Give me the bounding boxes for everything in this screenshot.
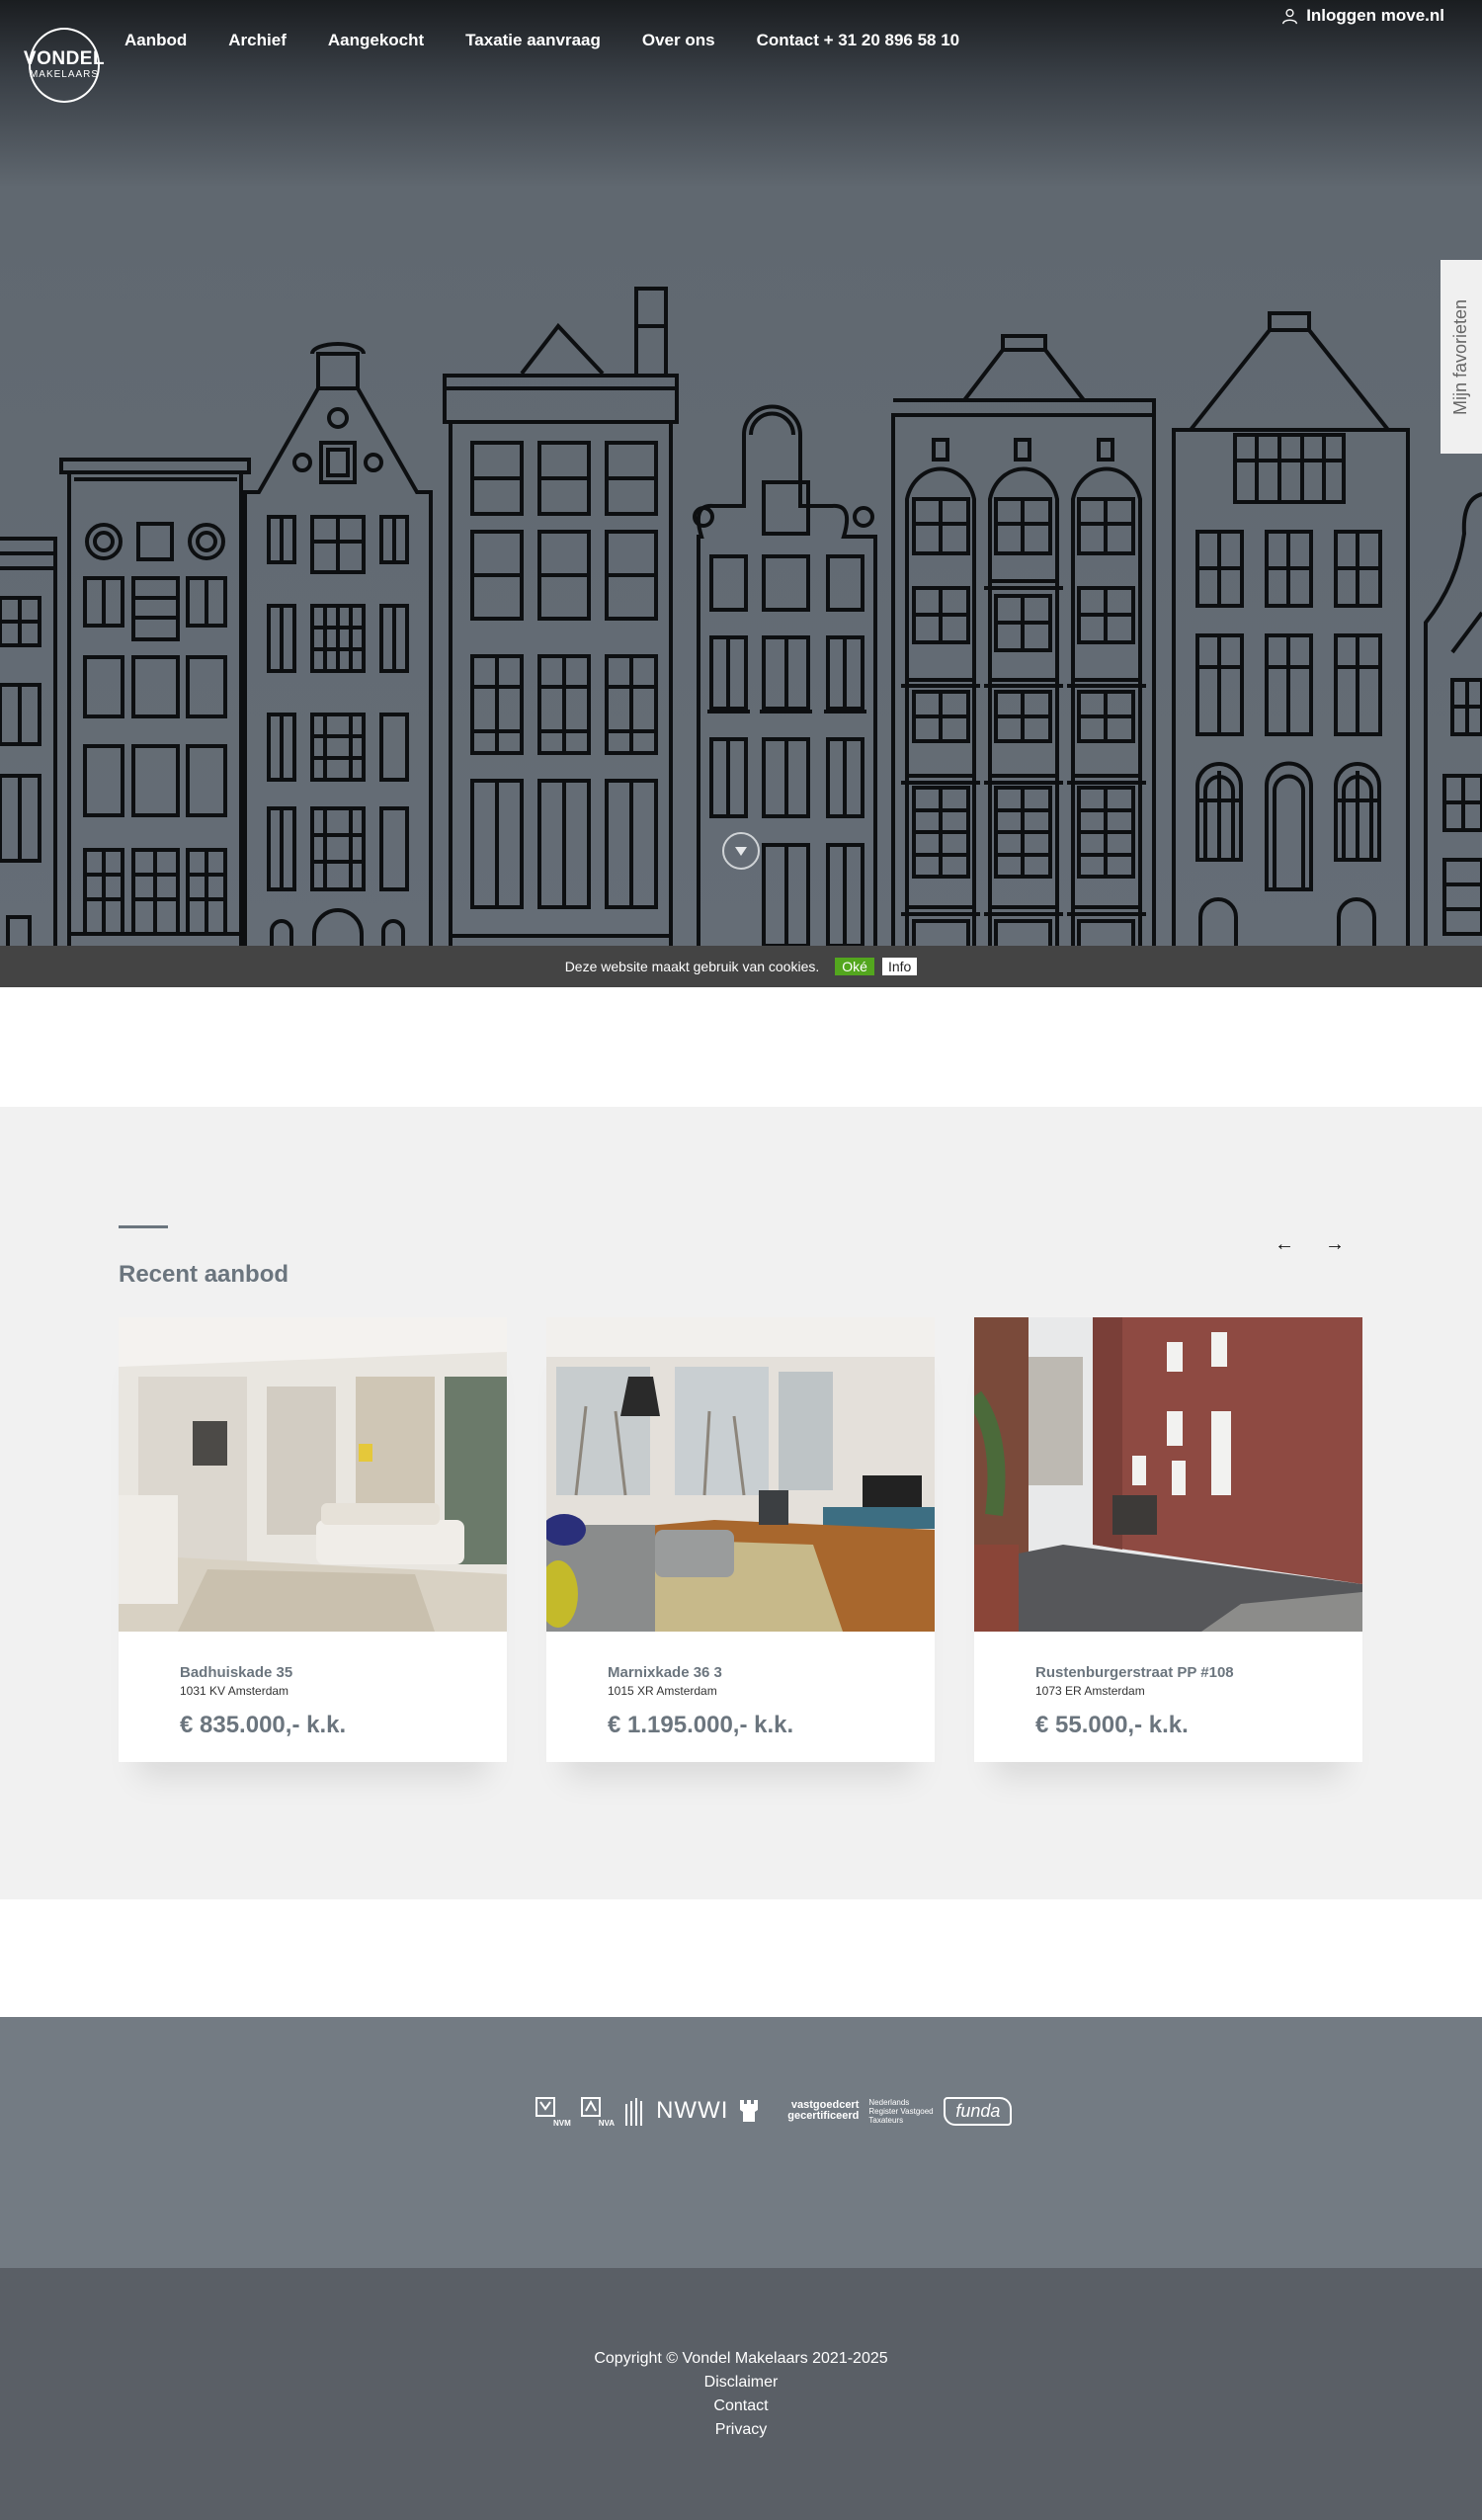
listing-city: 1031 KV Amsterdam bbox=[180, 1684, 289, 1698]
logo-line1: VONDEL bbox=[23, 48, 106, 69]
listing-street: Rustenburgerstraat PP #108 bbox=[1035, 1664, 1234, 1681]
hero: VONDEL MAKELAARS Aanbod Archief Aangekoc… bbox=[0, 0, 1482, 946]
bars-logo bbox=[625, 2098, 643, 2126]
nvm-logo[interactable] bbox=[535, 2097, 555, 2125]
listing-cards: Badhuiskade 35 1031 KV Amsterdam € 835.0… bbox=[119, 1317, 1362, 1762]
logo-line2: MAKELAARS bbox=[29, 69, 100, 80]
user-icon bbox=[1282, 8, 1298, 24]
favorites-tab[interactable]: Mijn favorieten bbox=[1441, 260, 1482, 454]
nva-text: NVA bbox=[598, 2118, 616, 2128]
register-logo[interactable]: Nederlands Register Vastgoed Taxateurs bbox=[868, 2098, 934, 2125]
listing-price: € 55.000,- k.k. bbox=[1035, 1712, 1189, 1738]
favorites-tab-label: Mijn favorieten bbox=[1450, 298, 1471, 415]
login-label: Inloggen move.nl bbox=[1306, 6, 1444, 25]
nva-logo[interactable] bbox=[580, 2097, 601, 2125]
nvm-text: NVM bbox=[553, 2118, 571, 2128]
cookie-bar: Deze website maakt gebruik van cookies. … bbox=[0, 946, 1482, 987]
listing-city: 1015 XR Amsterdam bbox=[608, 1684, 717, 1698]
listing-city: 1073 ER Amsterdam bbox=[1035, 1684, 1145, 1698]
listing-card[interactable]: Badhuiskade 35 1031 KV Amsterdam € 835.0… bbox=[119, 1317, 507, 1762]
listing-photo bbox=[119, 1317, 507, 1632]
vondel-logo[interactable]: VONDEL MAKELAARS bbox=[24, 28, 105, 103]
listing-price: € 1.195.000,- k.k. bbox=[608, 1712, 794, 1738]
funda-logo[interactable]: funda bbox=[944, 2096, 1013, 2126]
triangle-down-icon bbox=[735, 846, 747, 856]
castle-icon bbox=[740, 2100, 759, 2122]
section-title: Recent aanbod bbox=[119, 1261, 289, 1288]
listing-photo bbox=[966, 1317, 1362, 1632]
vastgoedcert-logo[interactable]: vastgoedcert gecertificeerd bbox=[770, 2100, 859, 2122]
footer-copyright: Copyright © Vondel Makelaars 2021-2025 bbox=[594, 2350, 888, 2367]
listing-price: € 835.000,- k.k. bbox=[180, 1712, 347, 1738]
nav-taxatie-aanvraag[interactable]: Taxatie aanvraag bbox=[465, 31, 601, 50]
listing-street: Marnixkade 36 3 bbox=[608, 1664, 722, 1681]
main-nav: Aanbod Archief Aangekocht Taxatie aanvra… bbox=[124, 31, 1001, 50]
listing-street: Badhuiskade 35 bbox=[180, 1664, 293, 1681]
scroll-down-button[interactable] bbox=[722, 832, 760, 870]
footer-link-contact[interactable]: Contact bbox=[0, 2394, 1482, 2418]
recent-section: Recent aanbod ← → Badhuiskade 35 1031 KV… bbox=[0, 1107, 1482, 1899]
listing-card[interactable]: Rustenburgerstraat PP #108 1073 ER Amste… bbox=[966, 1317, 1362, 1762]
footer-link-privacy[interactable]: Privacy bbox=[0, 2418, 1482, 2442]
nav-over-ons[interactable]: Over ons bbox=[642, 31, 715, 50]
nav-archief[interactable]: Archief bbox=[228, 31, 287, 50]
cookie-info-button[interactable]: Info bbox=[881, 958, 918, 975]
cookie-text: Deze website maakt gebruik van cookies. bbox=[564, 959, 820, 974]
partner-logos: NVM NVA NWWI vastgoedcert gecertificeerd… bbox=[0, 2017, 1482, 2268]
nav-aangekocht[interactable]: Aangekocht bbox=[328, 31, 424, 50]
arrow-right-icon[interactable]: → bbox=[1325, 1233, 1345, 1256]
nwwi-logo[interactable]: NWWI bbox=[656, 2097, 728, 2125]
listing-card[interactable]: Marnixkade 36 3 1015 XR Amsterdam € 1.19… bbox=[538, 1317, 935, 1762]
footer-link-disclaimer[interactable]: Disclaimer bbox=[0, 2371, 1482, 2394]
listing-photo bbox=[538, 1317, 935, 1632]
cookie-ok-button[interactable]: Oké bbox=[835, 958, 874, 975]
nav-aanbod[interactable]: Aanbod bbox=[124, 31, 187, 50]
footer: Copyright © Vondel Makelaars 2021-2025 D… bbox=[0, 2268, 1482, 2520]
nav-contact[interactable]: Contact + 31 20 896 58 10 bbox=[757, 31, 960, 50]
login-link[interactable]: Inloggen move.nl bbox=[1281, 6, 1444, 26]
arrow-left-icon[interactable]: ← bbox=[1275, 1233, 1294, 1256]
section-rule bbox=[119, 1225, 168, 1228]
